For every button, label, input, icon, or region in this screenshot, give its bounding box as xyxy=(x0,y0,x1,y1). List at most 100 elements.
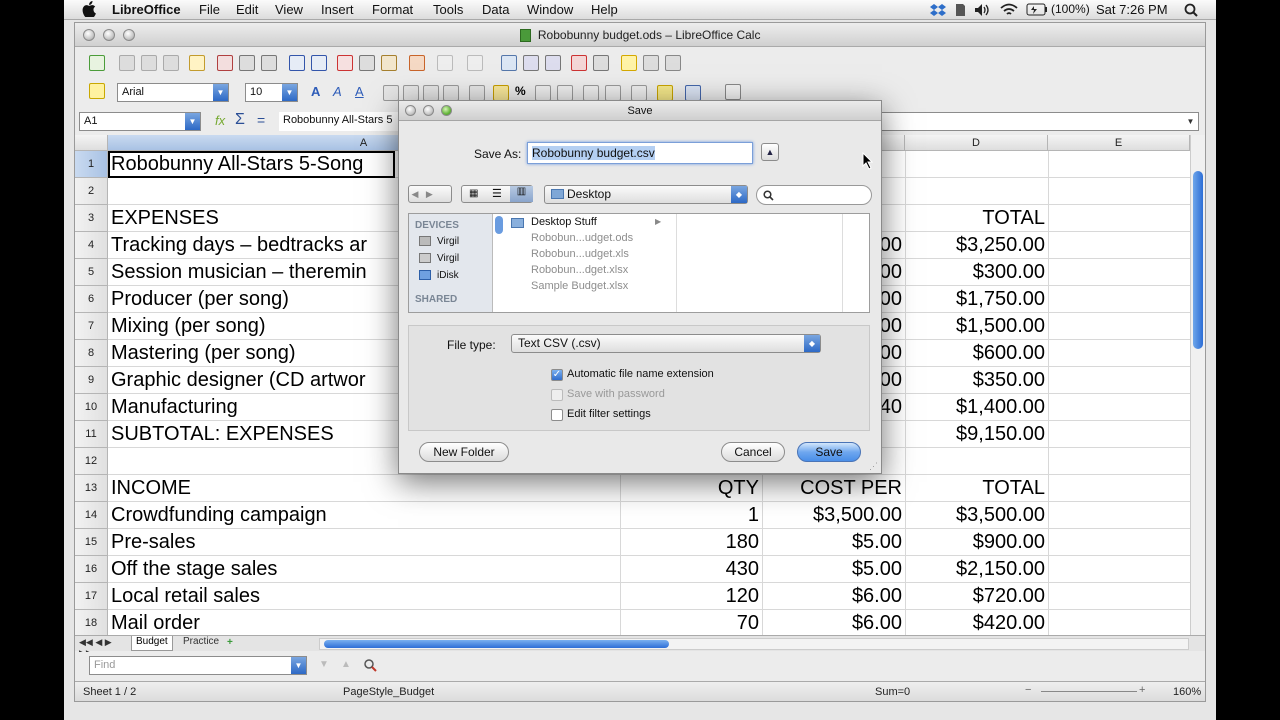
open-icon[interactable] xyxy=(119,55,135,71)
chevron-updown-icon[interactable]: ◆ xyxy=(731,186,747,203)
tab-navigation-buttons[interactable]: ◀◀ ◀ ▶ ▶▶ xyxy=(79,637,121,658)
increase-indent-icon[interactable] xyxy=(605,85,621,101)
cell-d17[interactable]: $720.00 xyxy=(908,583,1045,610)
auto-extension-checkbox[interactable]: ✓ xyxy=(551,369,563,381)
name-box[interactable]: A1 ▼ xyxy=(79,112,201,131)
new-folder-button[interactable]: New Folder xyxy=(419,442,509,462)
shared-header[interactable]: SHARED xyxy=(415,294,457,305)
file-item[interactable]: Robobun...udget.xls xyxy=(531,248,629,260)
autospell-icon[interactable] xyxy=(311,55,327,71)
sidebar-item-virgil[interactable]: Virgil xyxy=(437,236,459,247)
dialog-close-button[interactable] xyxy=(405,105,416,116)
file-item[interactable]: Robobun...dget.xlsx xyxy=(531,264,628,276)
save-button[interactable]: Save xyxy=(797,442,861,462)
font-name-combo[interactable]: Arial ▼ xyxy=(117,83,229,102)
menu-edit[interactable]: Edit xyxy=(236,2,258,17)
align-right-icon[interactable] xyxy=(423,85,439,101)
row-header[interactable]: 5 xyxy=(75,259,108,286)
collapse-browser-button[interactable]: ▲ xyxy=(761,143,779,161)
cell-b15[interactable]: 180 xyxy=(623,529,759,556)
print-icon[interactable] xyxy=(239,55,255,71)
percent-format-icon[interactable]: % xyxy=(515,84,526,98)
menu-insert[interactable]: Insert xyxy=(321,2,354,17)
cell-a18[interactable]: Mail order xyxy=(111,610,616,635)
dialog-minimize-button[interactable] xyxy=(423,105,434,116)
cell-d6[interactable]: $1,750.00 xyxy=(908,286,1045,313)
zoom-level[interactable]: 160% xyxy=(1173,686,1201,698)
find-replace-icon[interactable] xyxy=(363,658,377,672)
cell-c18[interactable]: $6.00 xyxy=(765,610,902,635)
row-header[interactable]: 9 xyxy=(75,367,108,394)
italic-icon[interactable]: A xyxy=(333,84,342,99)
align-center-icon[interactable] xyxy=(403,85,419,101)
new-document-icon[interactable] xyxy=(89,55,105,71)
print-preview-icon[interactable] xyxy=(261,55,277,71)
cell-b16[interactable]: 430 xyxy=(623,556,759,583)
zoom-out-icon[interactable]: − xyxy=(1025,684,1031,696)
cell-d12[interactable] xyxy=(908,448,1045,475)
menubar-clock[interactable]: Sat 7:26 PM xyxy=(1096,2,1168,17)
zoom-in-icon[interactable]: + xyxy=(1139,684,1145,696)
row-header[interactable]: 3 xyxy=(75,205,108,232)
chevron-down-icon[interactable]: ▼ xyxy=(291,657,306,674)
export-pdf-icon[interactable] xyxy=(217,55,233,71)
close-button[interactable] xyxy=(83,29,95,41)
view-mode-buttons[interactable]: ▦ ☰ ▥ xyxy=(461,185,533,203)
align-left-icon[interactable] xyxy=(383,85,399,101)
bold-icon[interactable]: A xyxy=(311,84,320,99)
save-icon[interactable] xyxy=(141,55,157,71)
zoom-button[interactable] xyxy=(123,29,135,41)
wifi-icon[interactable] xyxy=(1000,3,1018,17)
navigator-icon[interactable] xyxy=(621,55,637,71)
cell-b17[interactable]: 120 xyxy=(623,583,759,610)
cell-a17[interactable]: Local retail sales xyxy=(111,583,616,610)
save-password-checkbox[interactable] xyxy=(551,389,563,401)
tab-practice[interactable]: Practice xyxy=(179,636,223,651)
volume-icon[interactable] xyxy=(974,3,990,17)
cell-d1[interactable] xyxy=(908,151,1045,178)
copy-icon[interactable] xyxy=(359,55,375,71)
edit-filter-checkbox[interactable] xyxy=(551,409,563,421)
show-draw-functions-icon[interactable] xyxy=(593,55,609,71)
gallery-icon[interactable] xyxy=(643,55,659,71)
merge-cells-icon[interactable] xyxy=(469,85,485,101)
cell-c16[interactable]: $5.00 xyxy=(765,556,902,583)
chart-icon[interactable] xyxy=(571,55,587,71)
cell-c15[interactable]: $5.00 xyxy=(765,529,902,556)
email-icon[interactable] xyxy=(163,55,179,71)
chevron-down-icon[interactable]: ▼ xyxy=(213,84,228,101)
standard-format-icon[interactable] xyxy=(535,85,551,101)
find-next-icon[interactable]: ▲ xyxy=(341,659,351,670)
sidebar-item-virgil-disk[interactable]: Virgil xyxy=(437,253,459,264)
borders-icon[interactable] xyxy=(631,85,647,101)
filename-input[interactable]: Robobunny budget.csv xyxy=(527,142,753,164)
decrease-indent-icon[interactable] xyxy=(583,85,599,101)
cell-d15[interactable]: $900.00 xyxy=(908,529,1045,556)
chevron-updown-icon[interactable]: ◆ xyxy=(804,335,820,352)
cell-d13[interactable]: TOTAL xyxy=(908,475,1045,502)
window-titlebar[interactable]: Robobunny budget.ods – LibreOffice Calc xyxy=(75,23,1205,47)
formula-input[interactable]: Robobunny All-Stars 5 xyxy=(279,112,403,131)
row-header[interactable]: 11 xyxy=(75,421,108,448)
cell-d3[interactable]: TOTAL xyxy=(908,205,1045,232)
location-popup[interactable]: Desktop ◆ xyxy=(544,185,748,204)
cell-b18[interactable]: 70 xyxy=(623,610,759,635)
row-header[interactable]: 10 xyxy=(75,394,108,421)
sum-icon[interactable]: Σ xyxy=(235,111,245,129)
function-wizard-icon[interactable]: fx xyxy=(215,113,225,128)
cell-d2[interactable] xyxy=(908,178,1045,205)
row-header[interactable]: 2 xyxy=(75,178,108,205)
sidebar-item-idisk[interactable]: iDisk xyxy=(437,270,459,281)
font-color-icon[interactable] xyxy=(685,85,701,101)
cell-a13[interactable]: INCOME xyxy=(111,475,616,502)
row-header[interactable]: 14 xyxy=(75,502,108,529)
row-header[interactable]: 18 xyxy=(75,610,108,635)
cell-d7[interactable]: $1,500.00 xyxy=(908,313,1045,340)
currency-format-icon[interactable] xyxy=(493,85,509,101)
redo-icon[interactable] xyxy=(467,55,483,71)
zoom-slider[interactable] xyxy=(1041,691,1137,692)
auto-extension-label[interactable]: Automatic file name extension xyxy=(567,368,714,380)
sidebar-scroll-thumb[interactable] xyxy=(495,216,503,234)
undo-icon[interactable] xyxy=(437,55,453,71)
cell-b14[interactable]: 1 xyxy=(623,502,759,529)
